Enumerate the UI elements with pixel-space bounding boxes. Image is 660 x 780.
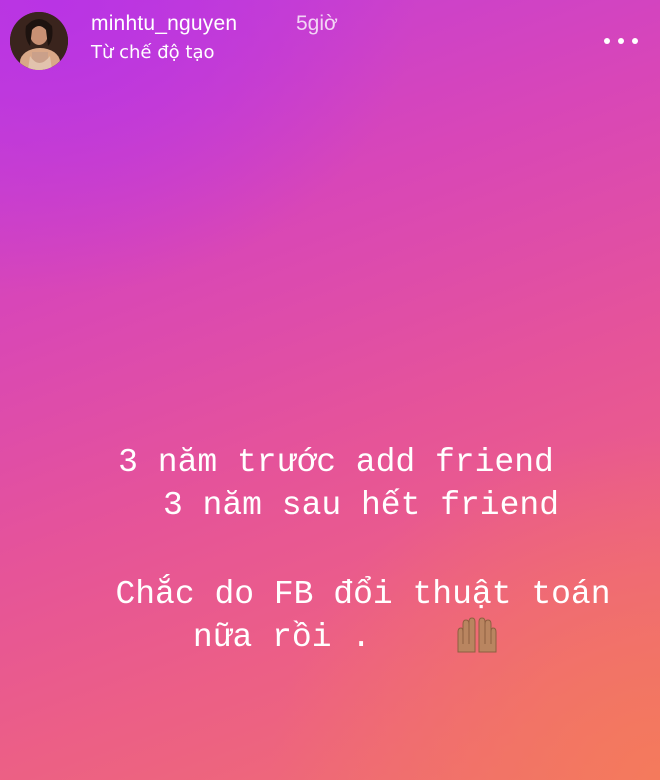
story-header: minhtu_nguyen 5giờ Từ chế độ tạo: [0, 0, 660, 80]
raised-hands-icon: [452, 614, 502, 654]
more-options-icon[interactable]: [604, 36, 638, 46]
dot: [604, 38, 610, 44]
story-view[interactable]: minhtu_nguyen 5giờ Từ chế độ tạo 3 năm t…: [0, 0, 660, 780]
story-text-line-3: Chắc do FB đổi thuật toán: [115, 576, 611, 613]
story-source-label: Từ chế độ tạo: [91, 42, 215, 63]
dot: [618, 38, 624, 44]
dot: [632, 38, 638, 44]
profile-avatar[interactable]: [10, 12, 68, 70]
story-text-line-1: 3 năm trước add friend: [118, 444, 554, 481]
story-text-line-4: nữa rồi .: [192, 619, 372, 656]
username[interactable]: minhtu_nguyen: [91, 12, 237, 36]
post-time: 5giờ: [296, 12, 338, 35]
avatar-image: [10, 12, 68, 70]
story-text-line-2: 3 năm sau hết friend: [162, 487, 560, 524]
